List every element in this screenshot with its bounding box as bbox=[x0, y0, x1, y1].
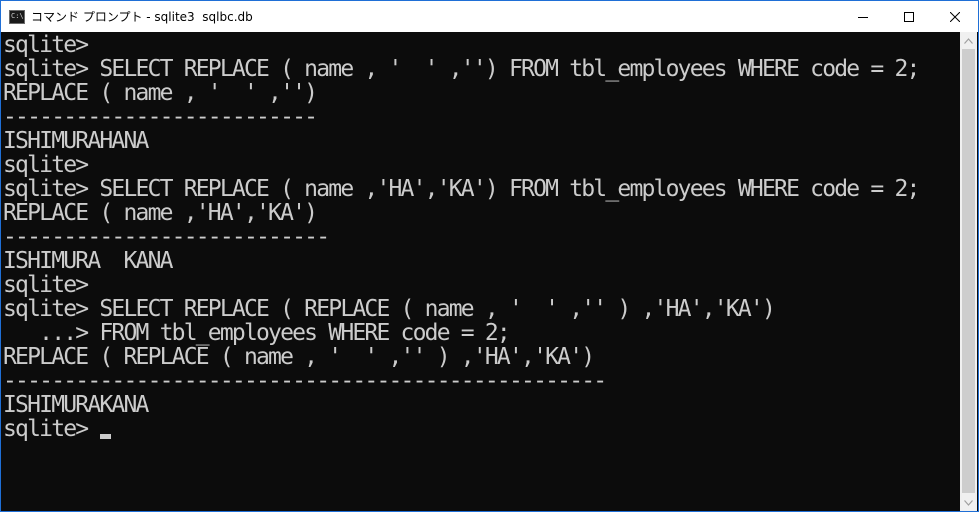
maximize-button[interactable] bbox=[886, 1, 932, 32]
title-bar[interactable]: コマンド プロンプト - sqlite3 sqlbc.db bbox=[1, 1, 978, 32]
minimize-button[interactable] bbox=[840, 1, 886, 32]
scroll-down-button[interactable] bbox=[960, 494, 977, 511]
console-line: REPLACE ( name , ' ' ,'') bbox=[3, 80, 318, 106]
console-line: sqlite> SELECT REPLACE ( name ,'HA','KA'… bbox=[3, 176, 920, 202]
window-title: コマンド プロンプト - sqlite3 sqlbc.db bbox=[31, 10, 253, 24]
console-line: ISHIMURA KANA bbox=[3, 248, 173, 274]
maximize-icon bbox=[904, 11, 914, 22]
close-button[interactable] bbox=[932, 1, 978, 32]
console-line: sqlite> bbox=[3, 152, 89, 178]
console-line: REPLACE ( REPLACE ( name , ' ' ,'' ) ,'H… bbox=[3, 344, 595, 370]
chevron-up-icon bbox=[964, 37, 973, 44]
console-line: -------------------------- bbox=[3, 104, 318, 130]
console-line: sqlite> bbox=[3, 272, 89, 298]
vertical-scrollbar[interactable] bbox=[960, 32, 977, 511]
console-line: sqlite> SELECT REPLACE ( REPLACE ( name … bbox=[3, 296, 776, 322]
minimize-icon bbox=[858, 16, 868, 18]
window-controls bbox=[840, 1, 978, 32]
console-line: ...> FROM tbl_employees WHERE code = 2; bbox=[3, 320, 511, 346]
scroll-thumb[interactable] bbox=[962, 49, 975, 493]
console-line: --------------------------- bbox=[3, 224, 330, 250]
text-cursor bbox=[100, 434, 111, 439]
console-output[interactable]: sqlite> sqlite> SELECT REPLACE ( name , … bbox=[2, 32, 962, 511]
console-app-icon[interactable] bbox=[9, 9, 25, 24]
close-icon bbox=[950, 11, 960, 22]
command-prompt-window: コマンド プロンプト - sqlite3 sqlbc.db sqlite> bbox=[0, 0, 979, 512]
console-line: ISHIMURAKANA bbox=[3, 392, 149, 418]
console-line: sqlite> SELECT REPLACE ( name , ' ' ,'')… bbox=[3, 56, 920, 82]
chevron-down-icon bbox=[964, 499, 973, 506]
scroll-up-button[interactable] bbox=[960, 32, 977, 49]
console-line: ----------------------------------------… bbox=[3, 368, 607, 394]
console-line: ISHIMURAHANA bbox=[3, 128, 149, 154]
console-line: REPLACE ( name ,'HA','KA') bbox=[3, 200, 318, 226]
console-line: sqlite> bbox=[3, 32, 89, 58]
console-prompt: sqlite> bbox=[3, 416, 89, 442]
